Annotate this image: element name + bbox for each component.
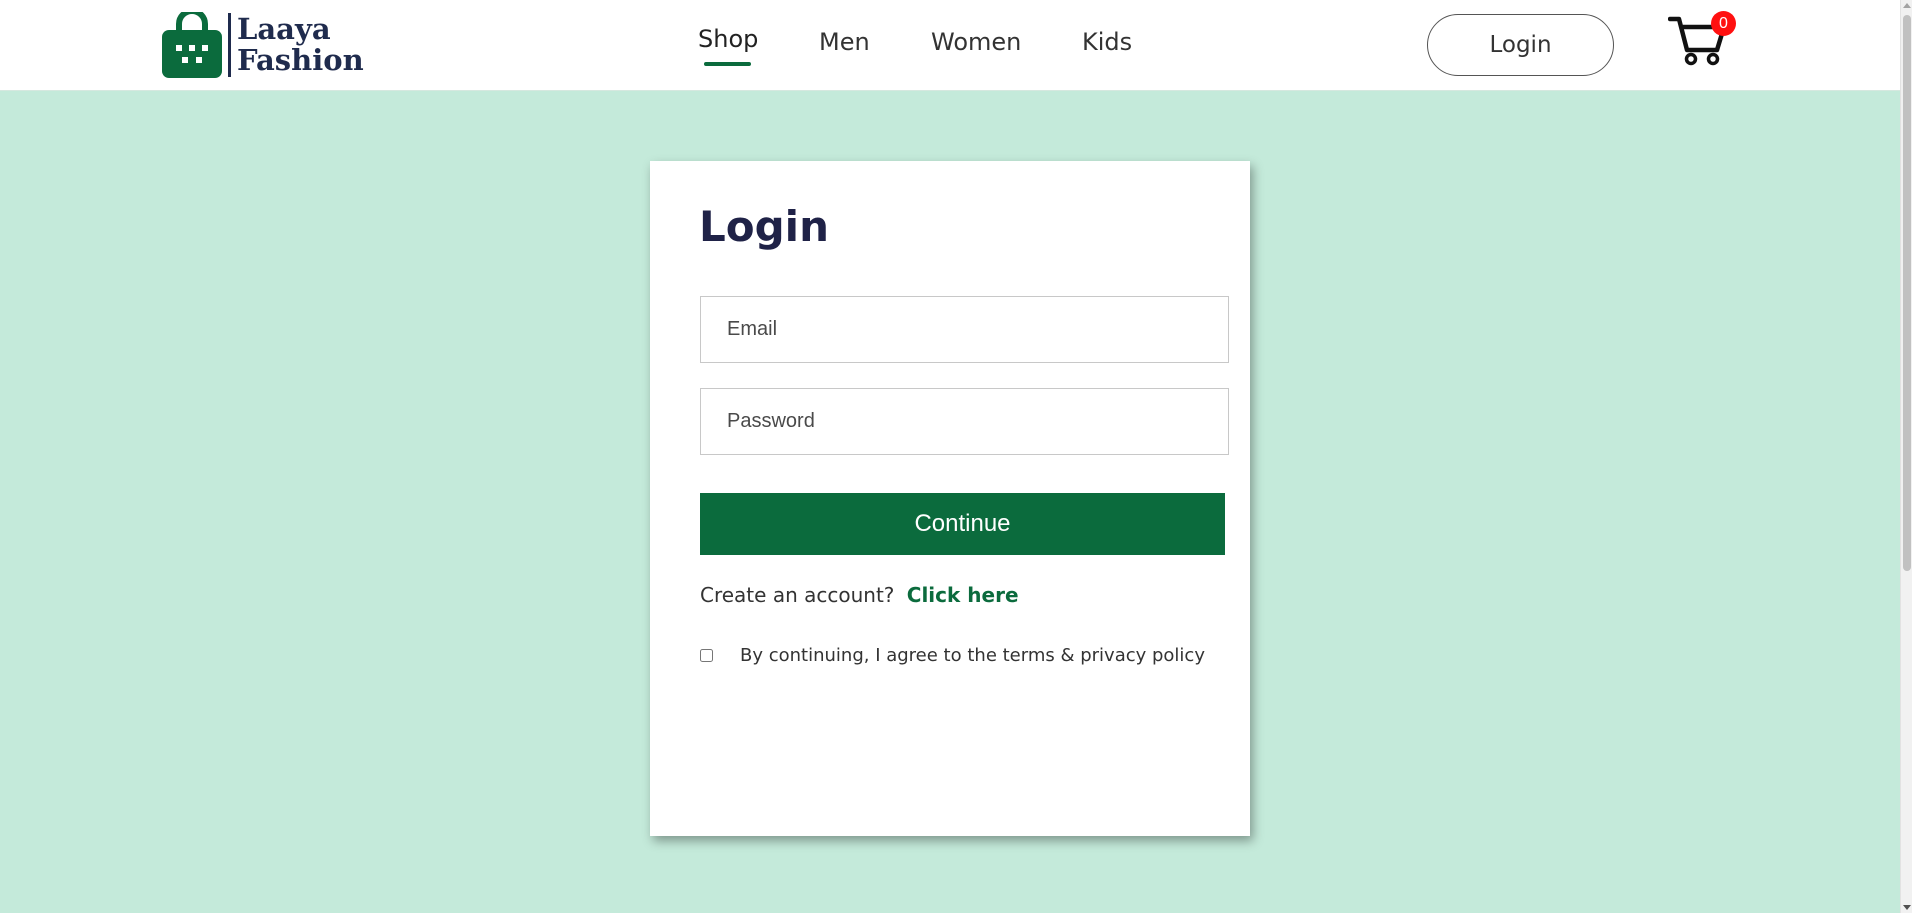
continue-button[interactable]: Continue: [700, 493, 1225, 555]
email-field[interactable]: [700, 296, 1229, 363]
create-account-row: Create an account? Click here: [700, 583, 1019, 607]
terms-checkbox[interactable]: [700, 649, 713, 662]
header-login-button[interactable]: Login: [1427, 14, 1614, 76]
brand-name-line1: Laaya: [237, 12, 331, 46]
nav-active-underline: [704, 62, 751, 66]
shopping-bag-icon: [162, 12, 222, 78]
scroll-down-arrow-icon[interactable]: [1903, 905, 1911, 910]
login-card: Login Continue Create an account? Click …: [650, 161, 1250, 836]
password-field[interactable]: [700, 388, 1229, 455]
logo-divider: [228, 13, 231, 77]
nav-link-men[interactable]: Men: [819, 28, 870, 56]
brand-logo[interactable]: Laaya Fashion: [162, 12, 364, 78]
nav-link-shop[interactable]: Shop: [698, 25, 758, 53]
page-scrollbar[interactable]: [1900, 0, 1912, 913]
cart-count-badge: 0: [1711, 11, 1736, 36]
scroll-up-arrow-icon[interactable]: [1903, 3, 1911, 8]
brand-name-line2: Fashion: [237, 43, 364, 77]
create-account-text: Create an account?: [700, 583, 895, 607]
nav-link-kids[interactable]: Kids: [1082, 28, 1132, 56]
top-navbar: Laaya Fashion Shop Men Women Kids Login …: [0, 0, 1900, 91]
nav-link-women[interactable]: Women: [931, 28, 1021, 56]
login-title: Login: [699, 202, 829, 251]
brand-name: Laaya Fashion: [237, 14, 364, 76]
terms-agreement-row: By continuing, I agree to the terms & pr…: [700, 645, 1205, 666]
create-account-link[interactable]: Click here: [907, 583, 1019, 607]
scrollbar-thumb[interactable]: [1903, 15, 1911, 571]
terms-agreement-text: By continuing, I agree to the terms & pr…: [740, 645, 1205, 666]
